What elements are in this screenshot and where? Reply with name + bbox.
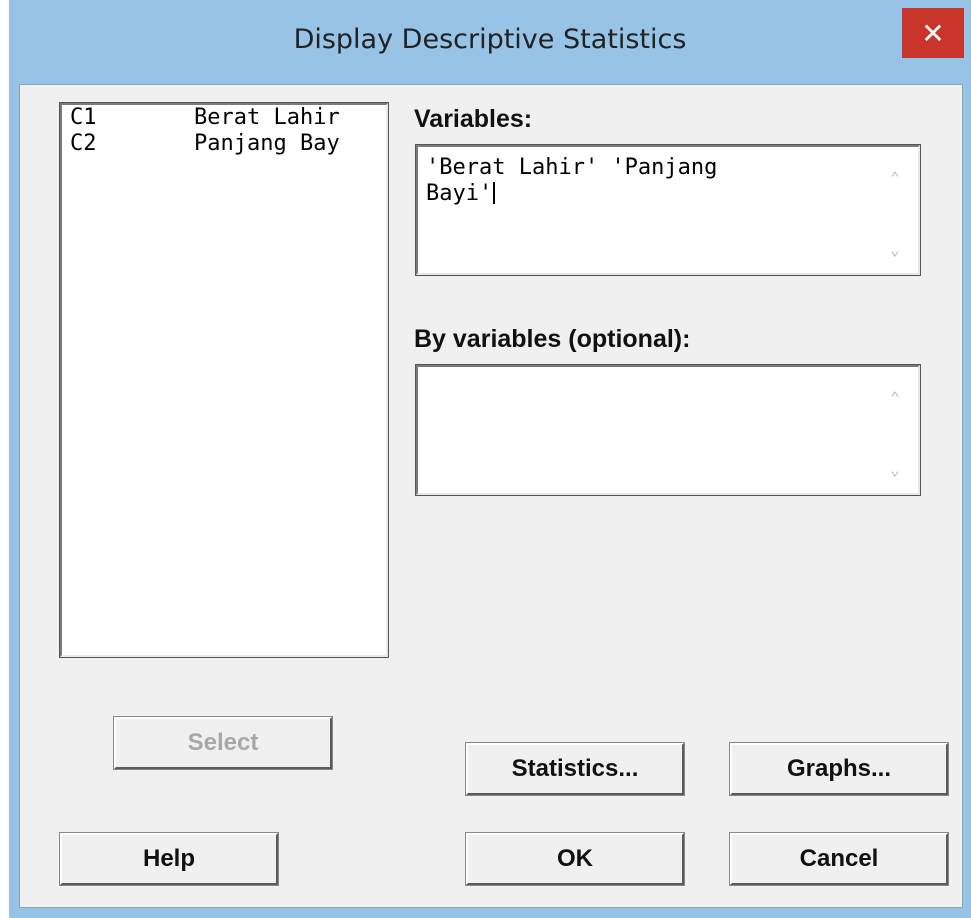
chevron-up-icon[interactable]: ⌃: [880, 165, 910, 191]
by-variables-scrollbar[interactable]: ⌃ ⌄: [880, 367, 910, 493]
column-name: Panjang Bay: [194, 131, 340, 156]
variables-scrollbar[interactable]: ⌃ ⌄: [880, 147, 910, 273]
select-button[interactable]: Select: [113, 716, 333, 770]
chevron-up-icon[interactable]: ⌃: [880, 385, 910, 411]
variables-input[interactable]: 'Berat Lahir' 'Panjang Bayi' ⌃ ⌄: [415, 144, 921, 276]
title-bar[interactable]: Display Descriptive Statistics ✕: [9, 0, 971, 84]
close-icon: ✕: [921, 16, 945, 50]
by-variables-input[interactable]: ⌃ ⌄: [415, 364, 921, 496]
close-button[interactable]: ✕: [902, 8, 964, 58]
dialog-window: Display Descriptive Statistics ✕ C1 Bera…: [9, 0, 971, 918]
variables-text: 'Berat Lahir' 'Panjang Bayi': [426, 155, 718, 206]
ok-button[interactable]: OK: [465, 832, 685, 886]
chevron-down-icon[interactable]: ⌄: [880, 237, 910, 263]
column-name: Berat Lahir: [194, 105, 340, 130]
graphs-button[interactable]: Graphs...: [729, 742, 949, 796]
column-id: C1: [70, 105, 97, 130]
statistics-button[interactable]: Statistics...: [465, 742, 685, 796]
column-list[interactable]: C1 Berat Lahir C2 Panjang Bay: [59, 102, 389, 658]
text-caret: [493, 182, 496, 204]
dialog-title: Display Descriptive Statistics: [293, 24, 687, 55]
list-item[interactable]: C2 Panjang Bay: [62, 131, 386, 157]
variables-label: Variables:: [414, 105, 533, 133]
cancel-button[interactable]: Cancel: [729, 832, 949, 886]
by-variables-label: By variables (optional):: [414, 325, 691, 353]
chevron-down-icon[interactable]: ⌄: [880, 457, 910, 483]
column-id: C2: [70, 131, 97, 156]
list-item[interactable]: C1 Berat Lahir: [62, 105, 386, 131]
help-button[interactable]: Help: [59, 832, 279, 886]
dialog-body: C1 Berat Lahir C2 Panjang Bay Variables:…: [19, 84, 963, 908]
